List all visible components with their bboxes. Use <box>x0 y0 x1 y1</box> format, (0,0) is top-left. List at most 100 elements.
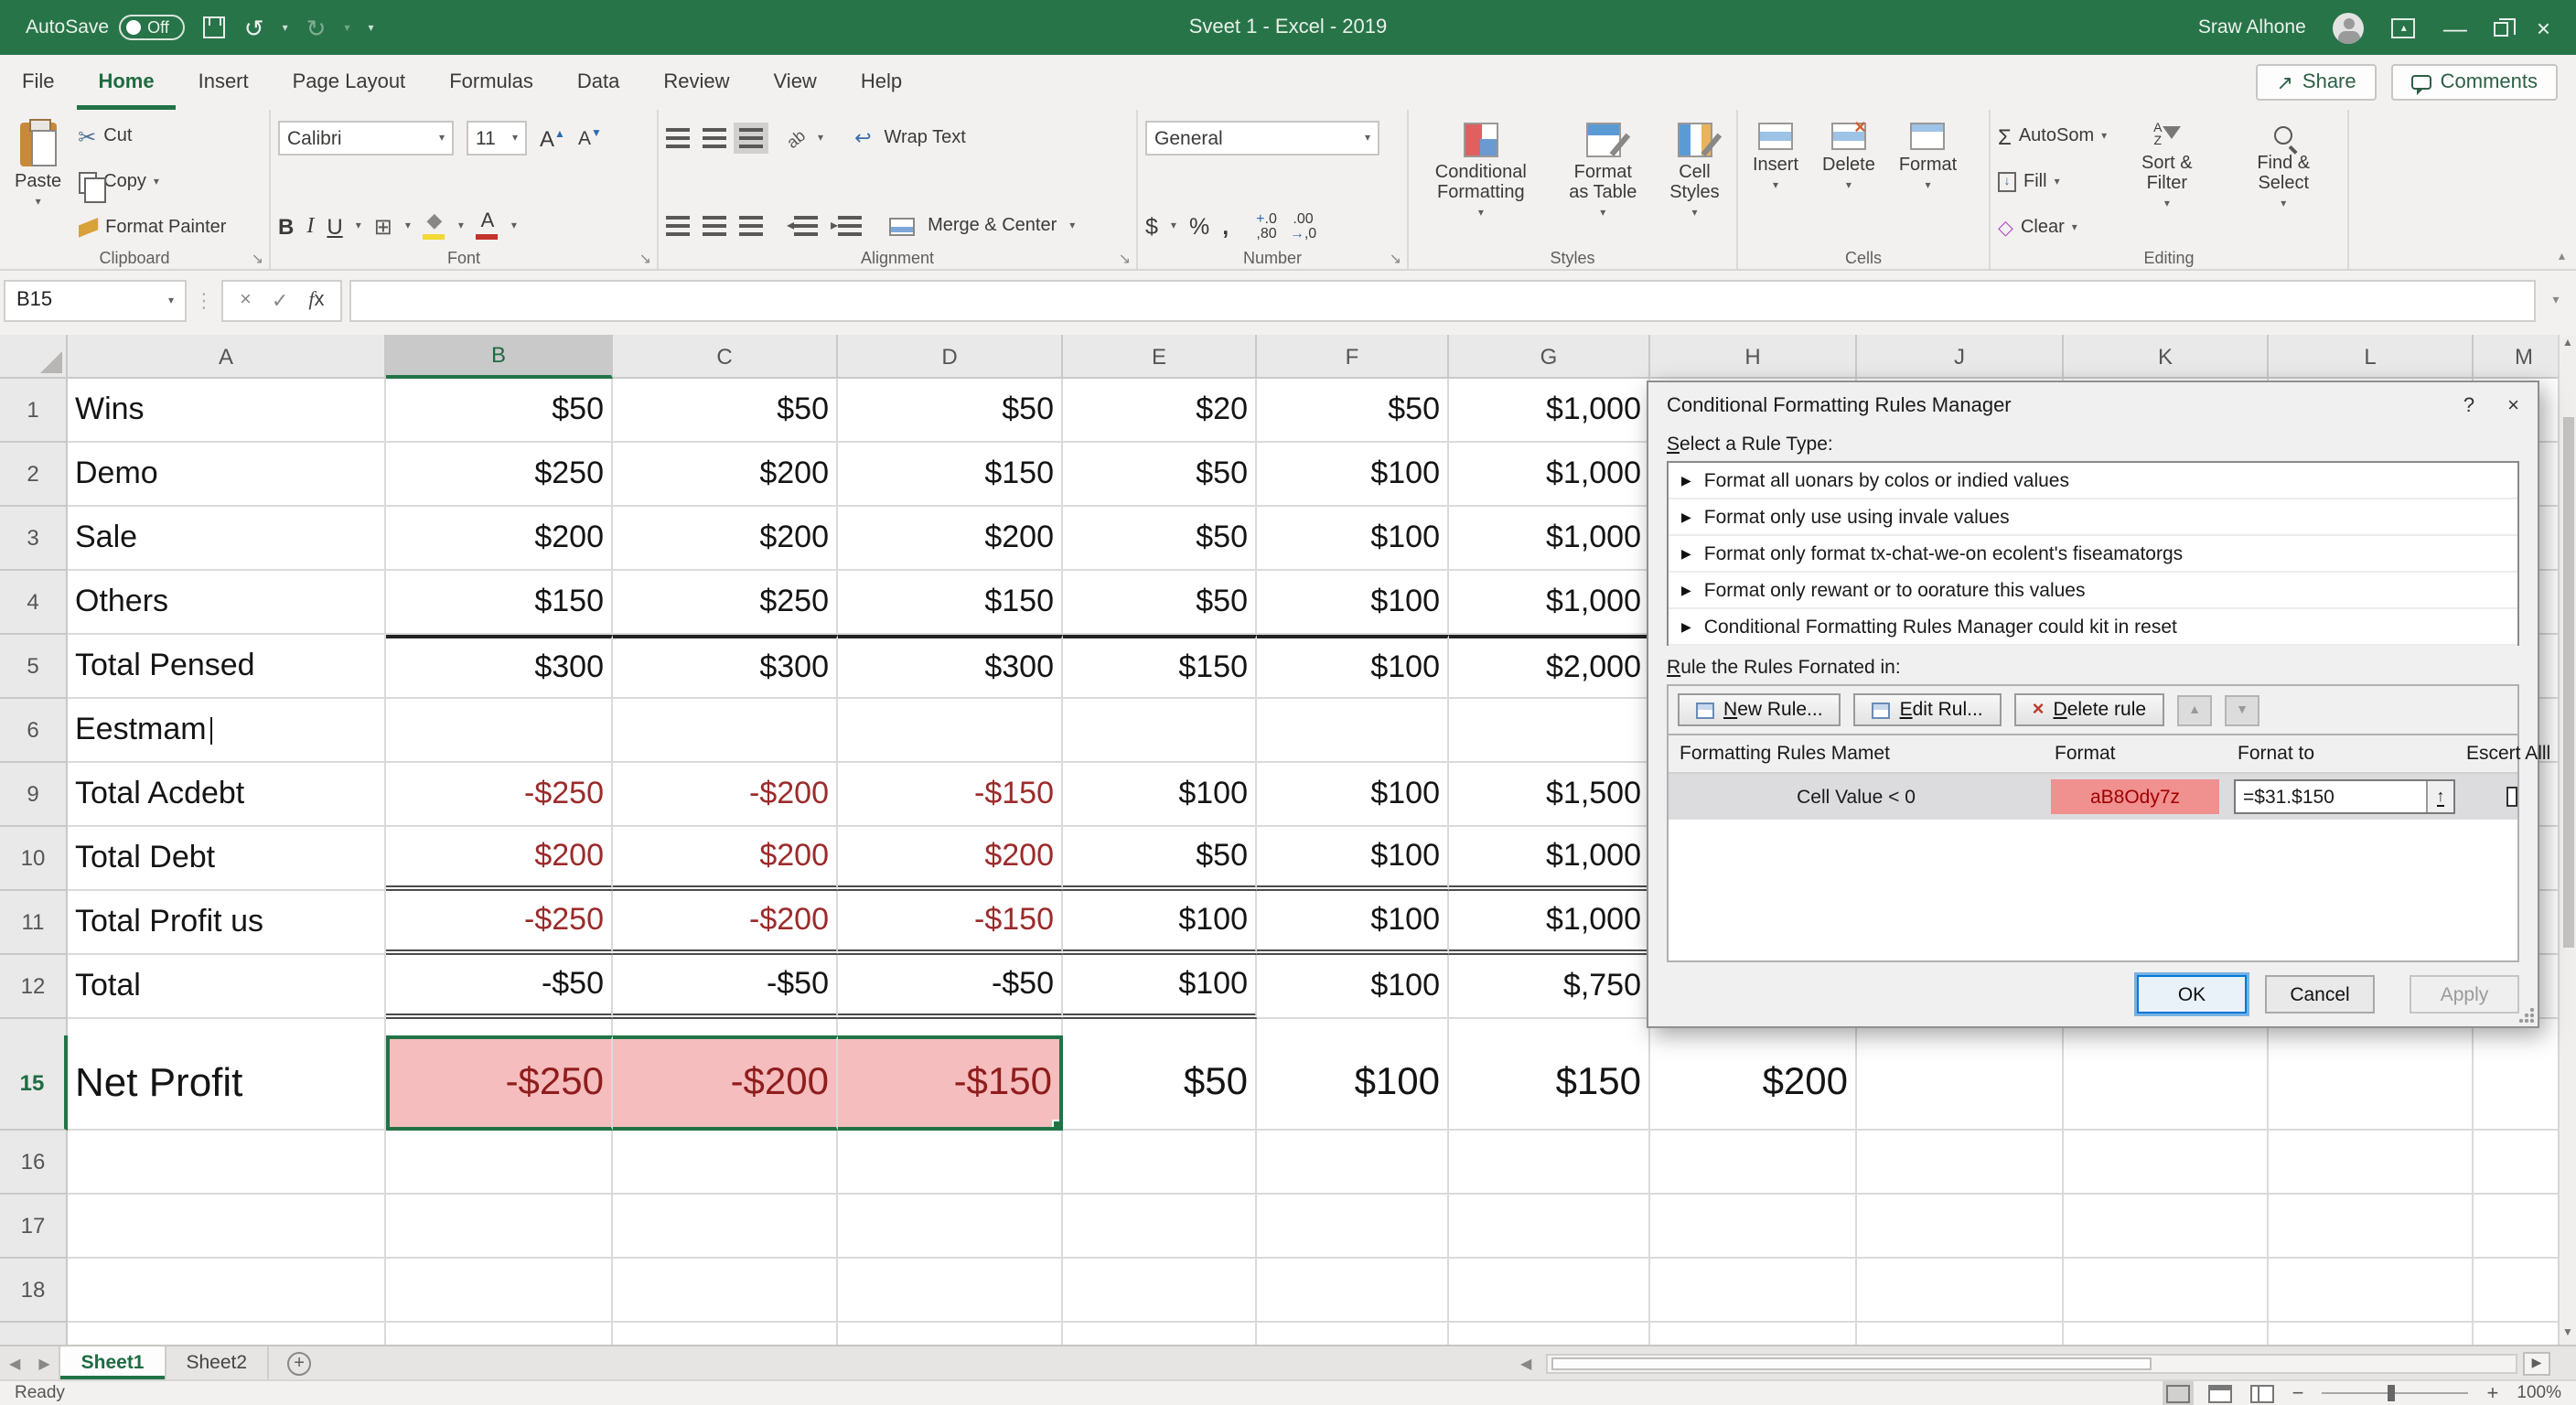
cell-L16[interactable] <box>2269 1131 2474 1195</box>
zoom-level[interactable]: 100% <box>2517 1383 2561 1403</box>
cell-E12[interactable]: $100 <box>1063 955 1257 1019</box>
cell-B9[interactable]: -$250 <box>386 763 613 827</box>
collapse-ribbon-icon[interactable]: ▴ <box>2559 249 2565 263</box>
cell-A15[interactable]: Net Profit <box>68 1035 386 1131</box>
row-header-18[interactable]: 18 <box>0 1259 68 1323</box>
horizontal-scrollbar[interactable]: ◀ ▶ <box>1511 1351 2550 1375</box>
cell-G15[interactable]: $150 <box>1449 1035 1650 1131</box>
increase-decimal-icon[interactable]: +.0,80 <box>1256 211 1277 241</box>
cell-D18[interactable] <box>838 1259 1063 1323</box>
clear-button[interactable]: ◇Clear▾ <box>1998 212 2107 243</box>
merge-center-button[interactable]: Merge & Center <box>928 216 1057 236</box>
column-header-J[interactable]: J <box>1857 335 2064 379</box>
dialog-title-bar[interactable]: Conditional Formatting Rules Manager ? × <box>1648 382 2538 430</box>
cell-G17[interactable] <box>1449 1195 1650 1259</box>
tab-data[interactable]: Data <box>555 55 642 110</box>
align-bottom-icon[interactable] <box>739 128 763 148</box>
cell-L15[interactable] <box>2269 1035 2474 1131</box>
move-rule-up-button[interactable]: ▲ <box>2177 694 2212 725</box>
prev-sheet-icon[interactable]: ◀ <box>0 1355 29 1371</box>
cell-D1[interactable]: $50 <box>838 379 1063 443</box>
move-rule-down-button[interactable]: ▼ <box>2225 694 2259 725</box>
cell-A18[interactable] <box>68 1259 386 1323</box>
row-header-17[interactable]: 17 <box>0 1195 68 1259</box>
copy-button[interactable]: Copy▾ <box>78 166 226 198</box>
font-name-select[interactable]: Calibri▾ <box>278 121 454 156</box>
cell-K16[interactable] <box>2064 1131 2269 1195</box>
cell-A2[interactable]: Demo <box>68 443 386 507</box>
expand-formula-bar-icon[interactable]: ▾ <box>2543 293 2569 307</box>
percent-style-icon[interactable]: % <box>1189 213 1209 239</box>
bold-button[interactable]: B <box>278 213 294 239</box>
vertical-scrollbar[interactable]: ▲ ▼ <box>2558 335 2576 1345</box>
undo-icon[interactable]: ↺ <box>244 16 264 39</box>
stop-if-true-checkbox[interactable] <box>2506 787 2517 807</box>
cell-H17[interactable] <box>1650 1195 1857 1259</box>
cancel-entry-icon[interactable]: × <box>240 289 252 311</box>
cell-F10[interactable]: $100 <box>1257 827 1449 891</box>
font-dialog-launcher-icon[interactable]: ↘ <box>639 251 651 267</box>
cell-A10[interactable]: Total Debt <box>68 827 386 891</box>
user-name[interactable]: Sraw Alhone <box>2198 16 2306 38</box>
cell-E3[interactable]: $50 <box>1063 507 1257 571</box>
tab-insert[interactable]: Insert <box>177 55 271 110</box>
cell-F9[interactable]: $100 <box>1257 763 1449 827</box>
cell-L17[interactable] <box>2269 1195 2474 1259</box>
cell-D15[interactable]: -$150 <box>838 1035 1063 1131</box>
cell-E18[interactable] <box>1063 1259 1257 1323</box>
normal-view-icon[interactable] <box>2166 1384 2190 1402</box>
cell-D6[interactable] <box>838 699 1063 763</box>
cell-E1[interactable]: $20 <box>1063 379 1257 443</box>
vertical-scroll-thumb[interactable] <box>2562 417 2573 948</box>
avatar[interactable] <box>2334 12 2365 43</box>
column-header-M[interactable]: M <box>2474 335 2558 379</box>
fill-color-button[interactable]: ◆ <box>424 212 445 240</box>
format-cells-button[interactable]: Format▾ <box>1892 119 1964 245</box>
zoom-in-icon[interactable]: + <box>2487 1382 2499 1404</box>
find-select-button[interactable]: Find & Select▾ <box>2227 119 2340 245</box>
cell-E4[interactable]: $50 <box>1063 571 1257 635</box>
share-button[interactable]: ↗Share <box>2256 64 2376 101</box>
scroll-left-icon[interactable]: ◀ <box>1511 1355 1540 1371</box>
row-header-3[interactable]: 3 <box>0 507 68 571</box>
scroll-right-icon[interactable]: ▶ <box>2523 1351 2550 1375</box>
cell-B17[interactable] <box>386 1195 613 1259</box>
cell-A5[interactable]: Total Pensed <box>68 635 386 699</box>
cancel-button[interactable]: Cancel <box>2265 975 2375 1014</box>
cell-D4[interactable]: $150 <box>838 571 1063 635</box>
cell-E2[interactable]: $50 <box>1063 443 1257 507</box>
font-color-button[interactable]: A <box>477 212 499 240</box>
cell-A4[interactable]: Others <box>68 571 386 635</box>
row-header-9[interactable]: 9 <box>0 763 68 827</box>
autosave-toggle[interactable]: AutoSave Off <box>26 15 186 40</box>
minimize-icon[interactable]: — <box>2443 16 2467 39</box>
select-all-corner[interactable] <box>0 335 68 379</box>
align-left-icon[interactable] <box>666 216 690 236</box>
cell-C2[interactable]: $200 <box>613 443 838 507</box>
decrease-indent-icon[interactable]: ◂ <box>787 216 818 236</box>
cell-D5[interactable]: $300 <box>838 635 1063 699</box>
row-header-15[interactable]: 15 <box>0 1035 68 1131</box>
collapse-range-icon[interactable]: ↑ <box>2426 781 2453 812</box>
cell-M17[interactable] <box>2474 1195 2558 1259</box>
cell-C18[interactable] <box>613 1259 838 1323</box>
cell-E6[interactable] <box>1063 699 1257 763</box>
cell-B1[interactable]: $50 <box>386 379 613 443</box>
cell-G4[interactable]: $1,000 <box>1449 571 1650 635</box>
zoom-slider-thumb[interactable] <box>2388 1385 2395 1401</box>
cell-C9[interactable]: -$200 <box>613 763 838 827</box>
zoom-out-icon[interactable]: − <box>2292 1382 2304 1404</box>
format-painter-button[interactable]: Format Painter <box>78 212 226 243</box>
cell-A1[interactable]: Wins <box>68 379 386 443</box>
cell-F5[interactable]: $100 <box>1257 635 1449 699</box>
cell-C1[interactable]: $50 <box>613 379 838 443</box>
ok-button[interactable]: OK <box>2137 975 2247 1014</box>
cell-E17[interactable] <box>1063 1195 1257 1259</box>
cell-G9[interactable]: $1,500 <box>1449 763 1650 827</box>
borders-icon[interactable]: ⊞ <box>374 213 392 239</box>
font-size-select[interactable]: 11▾ <box>467 121 527 156</box>
cell-styles-button[interactable]: Cell Styles▾ <box>1660 119 1729 245</box>
clipboard-dialog-launcher-icon[interactable]: ↘ <box>252 251 263 267</box>
cell-D16[interactable] <box>838 1131 1063 1195</box>
delete-cells-button[interactable]: Delete▾ <box>1815 119 1883 245</box>
